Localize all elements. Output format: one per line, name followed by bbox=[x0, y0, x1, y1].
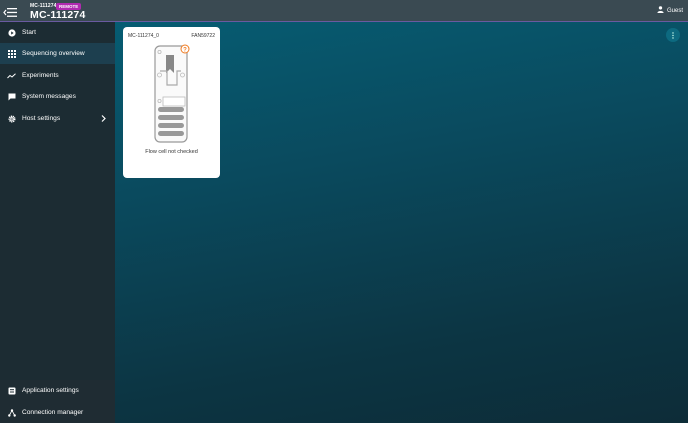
sidebar-item-system-messages[interactable]: System messages bbox=[0, 86, 115, 107]
network-icon bbox=[1, 408, 22, 417]
flow-cell-card[interactable]: MC-111274_0 FAN59722 ? Flow cell not che… bbox=[123, 27, 220, 178]
sidebar-item-label: Host settings bbox=[22, 115, 61, 122]
sidebar: Start Sequencing overview Experiments Sy… bbox=[0, 22, 115, 423]
sidebar-item-label: Application settings bbox=[22, 387, 79, 394]
sidebar-item-experiments[interactable]: Experiments bbox=[0, 65, 115, 86]
trend-line-icon bbox=[1, 72, 22, 79]
more-options-button[interactable] bbox=[666, 28, 680, 42]
person-icon bbox=[657, 6, 664, 15]
grid-icon bbox=[1, 49, 22, 58]
device-name-title: MC-111274 bbox=[30, 9, 86, 21]
main-content: MC-111274_0 FAN59722 ? Flow cell not che… bbox=[115, 22, 688, 423]
flow-cell-id: FAN59722 bbox=[191, 33, 215, 39]
sidebar-item-label: Experiments bbox=[22, 72, 59, 79]
user-name: Guest bbox=[666, 7, 683, 14]
flow-cell-status: Flow cell not checked bbox=[145, 149, 198, 155]
sidebar-item-start[interactable]: Start bbox=[0, 22, 115, 43]
chevron-right-icon bbox=[101, 115, 106, 124]
sidebar-item-label: Connection manager bbox=[22, 409, 84, 416]
sidebar-item-connection-manager[interactable]: Connection manager bbox=[0, 402, 115, 423]
sidebar-item-label: Sequencing overview bbox=[22, 50, 85, 57]
menu-toggle-icon[interactable] bbox=[3, 5, 17, 17]
svg-text:?: ? bbox=[183, 47, 187, 53]
app-settings-icon bbox=[1, 387, 22, 395]
sidebar-footer: Application settings Connection manager bbox=[0, 380, 115, 423]
sidebar-item-sequencing-overview[interactable]: Sequencing overview bbox=[0, 43, 115, 64]
user-menu[interactable]: Guest bbox=[657, 6, 683, 15]
sidebar-item-label: System messages bbox=[22, 93, 76, 100]
play-circle-icon bbox=[1, 28, 22, 37]
kebab-icon bbox=[672, 26, 674, 44]
chat-icon bbox=[1, 93, 22, 101]
sidebar-item-host-settings[interactable]: Host settings bbox=[0, 108, 115, 129]
flow-cell-position: MC-111274_0 bbox=[128, 33, 159, 39]
sidebar-item-label: Start bbox=[22, 29, 36, 36]
top-bar: MC-111274 REMOTE MC-111274 Guest bbox=[0, 0, 688, 22]
flow-cell-icon: ? bbox=[153, 43, 191, 148]
gear-icon bbox=[1, 115, 22, 123]
sidebar-item-application-settings[interactable]: Application settings bbox=[0, 380, 115, 401]
